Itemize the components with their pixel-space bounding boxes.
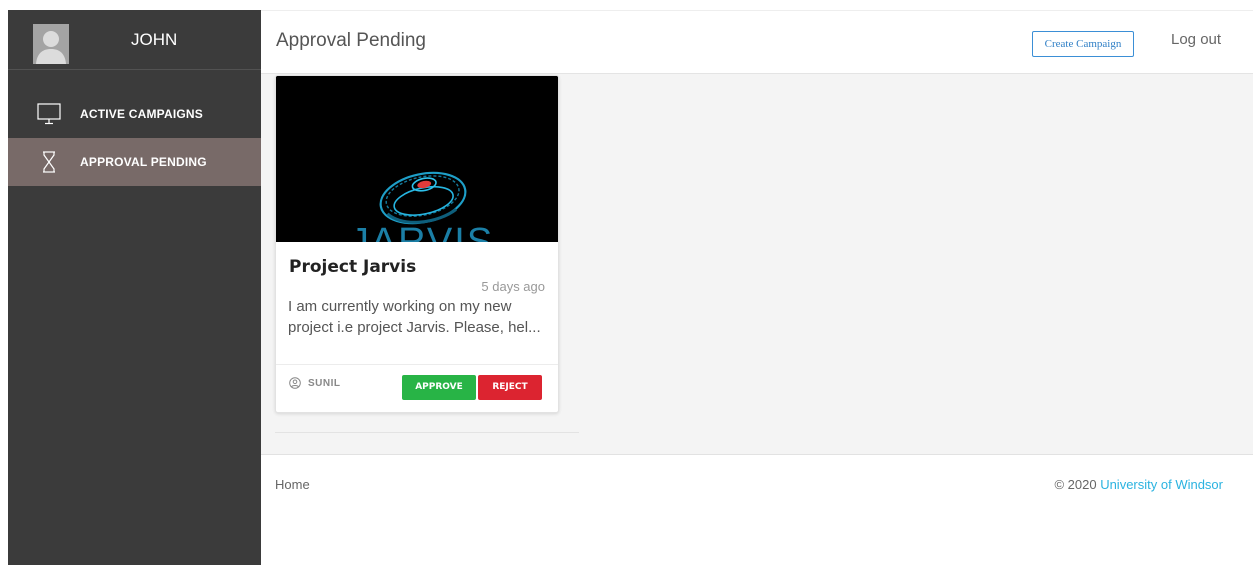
sidebar-item-label: APPROVAL PENDING xyxy=(80,155,207,169)
jarvis-logo-icon: JARVIS xyxy=(276,76,558,242)
content-divider xyxy=(275,432,579,433)
user-silhouette-icon xyxy=(33,24,69,64)
main-content: JARVIS Project Jarvis 5 days ago I am cu… xyxy=(261,74,1253,454)
page-title: Approval Pending xyxy=(276,30,426,51)
campaign-title[interactable]: Project Jarvis xyxy=(289,257,416,277)
monitor-icon xyxy=(37,103,61,125)
footer-copyright: © 2020 University of Windsor xyxy=(1054,477,1223,492)
campaign-card[interactable]: JARVIS Project Jarvis 5 days ago I am cu… xyxy=(275,75,559,413)
sidebar: JOHN ACTIVE CAMPAIGNS APPROVAL PENDING xyxy=(8,10,261,565)
page-footer: Home © 2020 University of Windsor xyxy=(261,454,1253,565)
avatar[interactable] xyxy=(33,24,69,64)
footer-home-link[interactable]: Home xyxy=(275,477,310,492)
campaign-description: I am currently working on my new project… xyxy=(288,298,541,336)
approve-button[interactable]: APPROVE xyxy=(402,375,476,400)
sidebar-item-label: ACTIVE CAMPAIGNS xyxy=(80,107,203,121)
reject-button[interactable]: REJECT xyxy=(478,375,542,400)
user-circle-icon xyxy=(289,377,301,389)
app-root: JOHN ACTIVE CAMPAIGNS APPROVAL PENDING A… xyxy=(0,0,1253,565)
university-link[interactable]: University of Windsor xyxy=(1100,477,1223,492)
logout-link[interactable]: Log out xyxy=(1171,31,1221,48)
hourglass-icon xyxy=(43,151,55,173)
campaign-card-footer: SUNIL APPROVE REJECT xyxy=(276,364,558,412)
campaign-time: 5 days ago xyxy=(481,279,545,294)
sidebar-item-approval-pending[interactable]: APPROVAL PENDING xyxy=(8,138,261,186)
svg-text:JARVIS: JARVIS xyxy=(350,221,494,242)
sidebar-username: JOHN xyxy=(131,30,178,49)
campaign-author: SUNIL xyxy=(289,377,341,389)
top-bar: Approval Pending Create Campaign Log out xyxy=(261,10,1253,74)
campaign-image: JARVIS xyxy=(276,76,558,242)
campaign-author-name: SUNIL xyxy=(308,377,341,389)
sidebar-item-active-campaigns[interactable]: ACTIVE CAMPAIGNS xyxy=(8,90,261,138)
copyright-text: © 2020 xyxy=(1054,477,1097,492)
sidebar-nav: ACTIVE CAMPAIGNS APPROVAL PENDING xyxy=(8,90,261,186)
create-campaign-button[interactable]: Create Campaign xyxy=(1032,31,1134,57)
sidebar-header: JOHN xyxy=(8,10,261,70)
